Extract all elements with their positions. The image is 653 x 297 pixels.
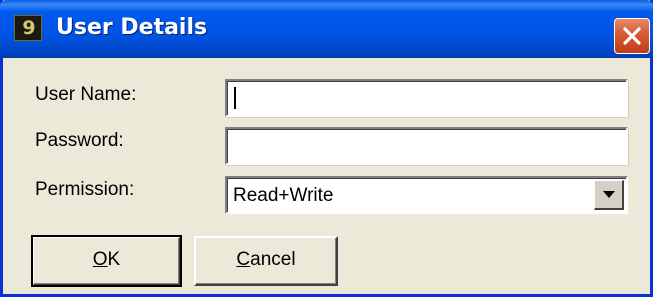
text-caret	[234, 87, 236, 109]
password-label: Password:	[35, 130, 124, 151]
password-input[interactable]	[225, 127, 628, 165]
ok-label-rest: K	[107, 249, 121, 270]
user-details-dialog: 9 User Details User Name: Password: Perm…	[0, 0, 653, 297]
permission-select[interactable]: Read+Write	[225, 176, 628, 214]
app-icon: 9	[14, 15, 42, 41]
title-bar[interactable]: 9 User Details	[0, 0, 653, 58]
cancel-button[interactable]: Cancel	[194, 236, 338, 286]
permission-dropdown-button[interactable]	[594, 180, 624, 210]
permission-label: Permission:	[35, 179, 135, 200]
ok-button[interactable]: OK	[31, 235, 182, 287]
close-icon	[623, 27, 641, 45]
permission-selected-value: Read+Write	[233, 185, 334, 206]
username-label: User Name:	[35, 84, 137, 105]
cancel-label-rest: ancel	[250, 249, 296, 270]
window-title: User Details	[56, 15, 208, 40]
username-input[interactable]	[225, 79, 628, 117]
ok-mnemonic: O	[92, 249, 108, 270]
cancel-mnemonic: C	[236, 249, 251, 270]
close-button[interactable]	[614, 18, 650, 54]
chevron-down-icon	[603, 191, 615, 198]
